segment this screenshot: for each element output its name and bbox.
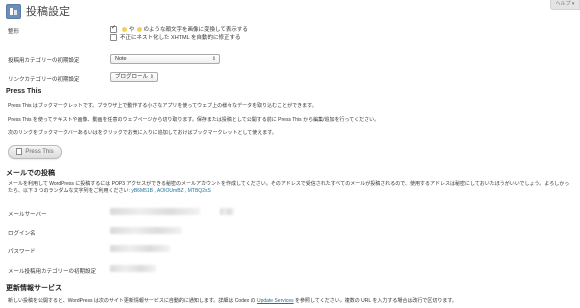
password-field[interactable] xyxy=(110,245,170,252)
press-this-p2: Press This を使ってテキストや画像、動画を任意のウェブページから切り取… xyxy=(8,117,380,123)
smiley-icon xyxy=(136,26,142,32)
update-services-link[interactable]: Update Services xyxy=(257,298,294,304)
emoticons-option[interactable]: や のような顔文字を画像に変換して表示する xyxy=(110,24,248,33)
emoticons-text-a: や xyxy=(129,27,135,33)
emoticons-text-b: のような顔文字を画像に変換して表示する xyxy=(143,27,248,33)
email-category-select[interactable] xyxy=(110,265,156,272)
press-this-heading: Press This xyxy=(6,88,42,95)
formatting-label: 整形 xyxy=(8,29,20,35)
xhtml-text: 不正にネスト化した XHTML を自動的に修正する xyxy=(120,35,241,41)
press-this-p1: Press This はブックマークレットです。ブラウザ上で動作する小さなアプリ… xyxy=(8,103,317,109)
default-post-category-value: Note xyxy=(115,56,127,62)
password-label: パスワード xyxy=(8,249,36,255)
default-link-category-value: ブログロール xyxy=(115,74,149,80)
mail-port-field[interactable] xyxy=(220,208,234,215)
xhtml-option[interactable]: 不正にネスト化した XHTML を自動的に修正する xyxy=(110,33,248,41)
press-this-icon xyxy=(16,147,23,155)
press-this-button-label: Press This xyxy=(25,149,54,155)
press-this-p3: 次のリンクをブックマークバーあるいはをクリックでお気に入りに追加しておけばブック… xyxy=(8,130,277,136)
login-name-label: ログイン名 xyxy=(8,231,36,237)
default-post-category-select[interactable]: Note ⇕ xyxy=(110,54,220,64)
post-via-email-text: メールを利用して WordPress に投稿するには POP3 アクセスができる… xyxy=(8,181,570,194)
select-arrow-icon: ⇕ xyxy=(149,74,154,80)
press-this-button[interactable]: Press This xyxy=(8,145,62,159)
help-tab[interactable]: ヘルプ ▾ xyxy=(550,0,580,10)
update-services-text-b: を参照してください。複数の URL を入力する場合は改行で区切ります。 xyxy=(295,298,457,304)
default-post-category-label: 投稿用カテゴリーの初期設定 xyxy=(8,58,80,64)
smiley-icon xyxy=(122,26,127,32)
random-codes: yB6M51B , AOIOUmBZ , MTBQ2sS xyxy=(131,188,211,194)
formatting-options: や のような顔文字を画像に変換して表示する 不正にネスト化した XHTML を自… xyxy=(110,24,248,41)
update-services-desc: 新しい投稿を公開すると、WordPress は次のサイト更新情報サービスに自動的… xyxy=(8,297,457,304)
settings-page-icon xyxy=(6,3,21,19)
mail-server-label: メールサーバー xyxy=(8,212,47,218)
emoticons-checkbox[interactable] xyxy=(110,24,117,33)
email-category-label: メール投稿用カテゴリーの初期設定 xyxy=(8,269,97,275)
update-services-heading: 更新情報サービス xyxy=(6,285,62,292)
post-via-email-desc: メールを利用して WordPress に投稿するには POP3 アクセスができる… xyxy=(8,181,573,195)
default-link-category-select[interactable]: ブログロール ⇕ xyxy=(110,72,158,82)
xhtml-checkbox[interactable] xyxy=(110,33,117,41)
default-link-category-label: リンクカテゴリーの初期設定 xyxy=(8,77,80,83)
mail-server-field[interactable] xyxy=(110,208,200,215)
page-header: 投稿設定 xyxy=(6,3,70,19)
page-title: 投稿設定 xyxy=(26,5,70,18)
update-services-text-a: 新しい投稿を公開すると、WordPress は次のサイト更新情報サービスに自動的… xyxy=(8,298,256,304)
select-arrow-icon: ⇕ xyxy=(211,56,216,62)
post-via-email-heading: メールでの投稿 xyxy=(6,170,55,177)
login-name-field[interactable] xyxy=(110,227,182,234)
